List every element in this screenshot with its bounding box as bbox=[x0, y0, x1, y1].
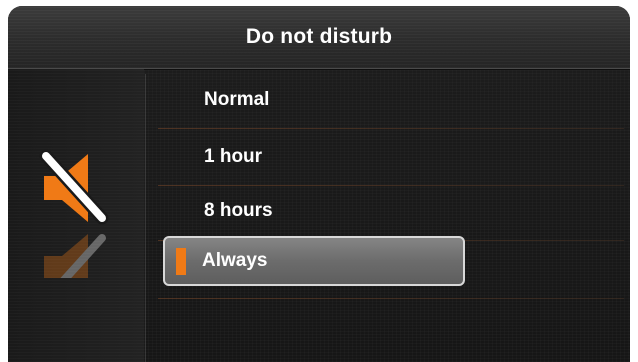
menu-separator bbox=[158, 128, 624, 129]
device-screen: Do not disturb Normal 1 hour 8 hours Alw… bbox=[8, 6, 630, 362]
menu-item-label: 1 hour bbox=[204, 146, 263, 167]
selection-marker bbox=[176, 248, 186, 275]
menu-separator bbox=[158, 185, 624, 186]
speaker-muted-icon-reflection bbox=[36, 228, 116, 278]
menu-item-label: 8 hours bbox=[204, 200, 273, 221]
menu-item-label: Always bbox=[202, 250, 268, 271]
page-title: Do not disturb bbox=[245, 25, 393, 48]
menu-item-normal[interactable]: Normal bbox=[164, 76, 624, 124]
speaker-muted-icon bbox=[36, 148, 116, 228]
menu-item-8-hours[interactable]: 8 hours bbox=[164, 187, 624, 235]
menu-separator bbox=[158, 298, 624, 299]
title-bar: Do not disturb bbox=[8, 6, 630, 69]
menu-item-label: Normal bbox=[204, 89, 270, 110]
menu-item-always[interactable]: Always bbox=[163, 236, 465, 286]
vertical-divider bbox=[145, 74, 146, 362]
menu-item-1-hour[interactable]: 1 hour bbox=[164, 133, 624, 181]
